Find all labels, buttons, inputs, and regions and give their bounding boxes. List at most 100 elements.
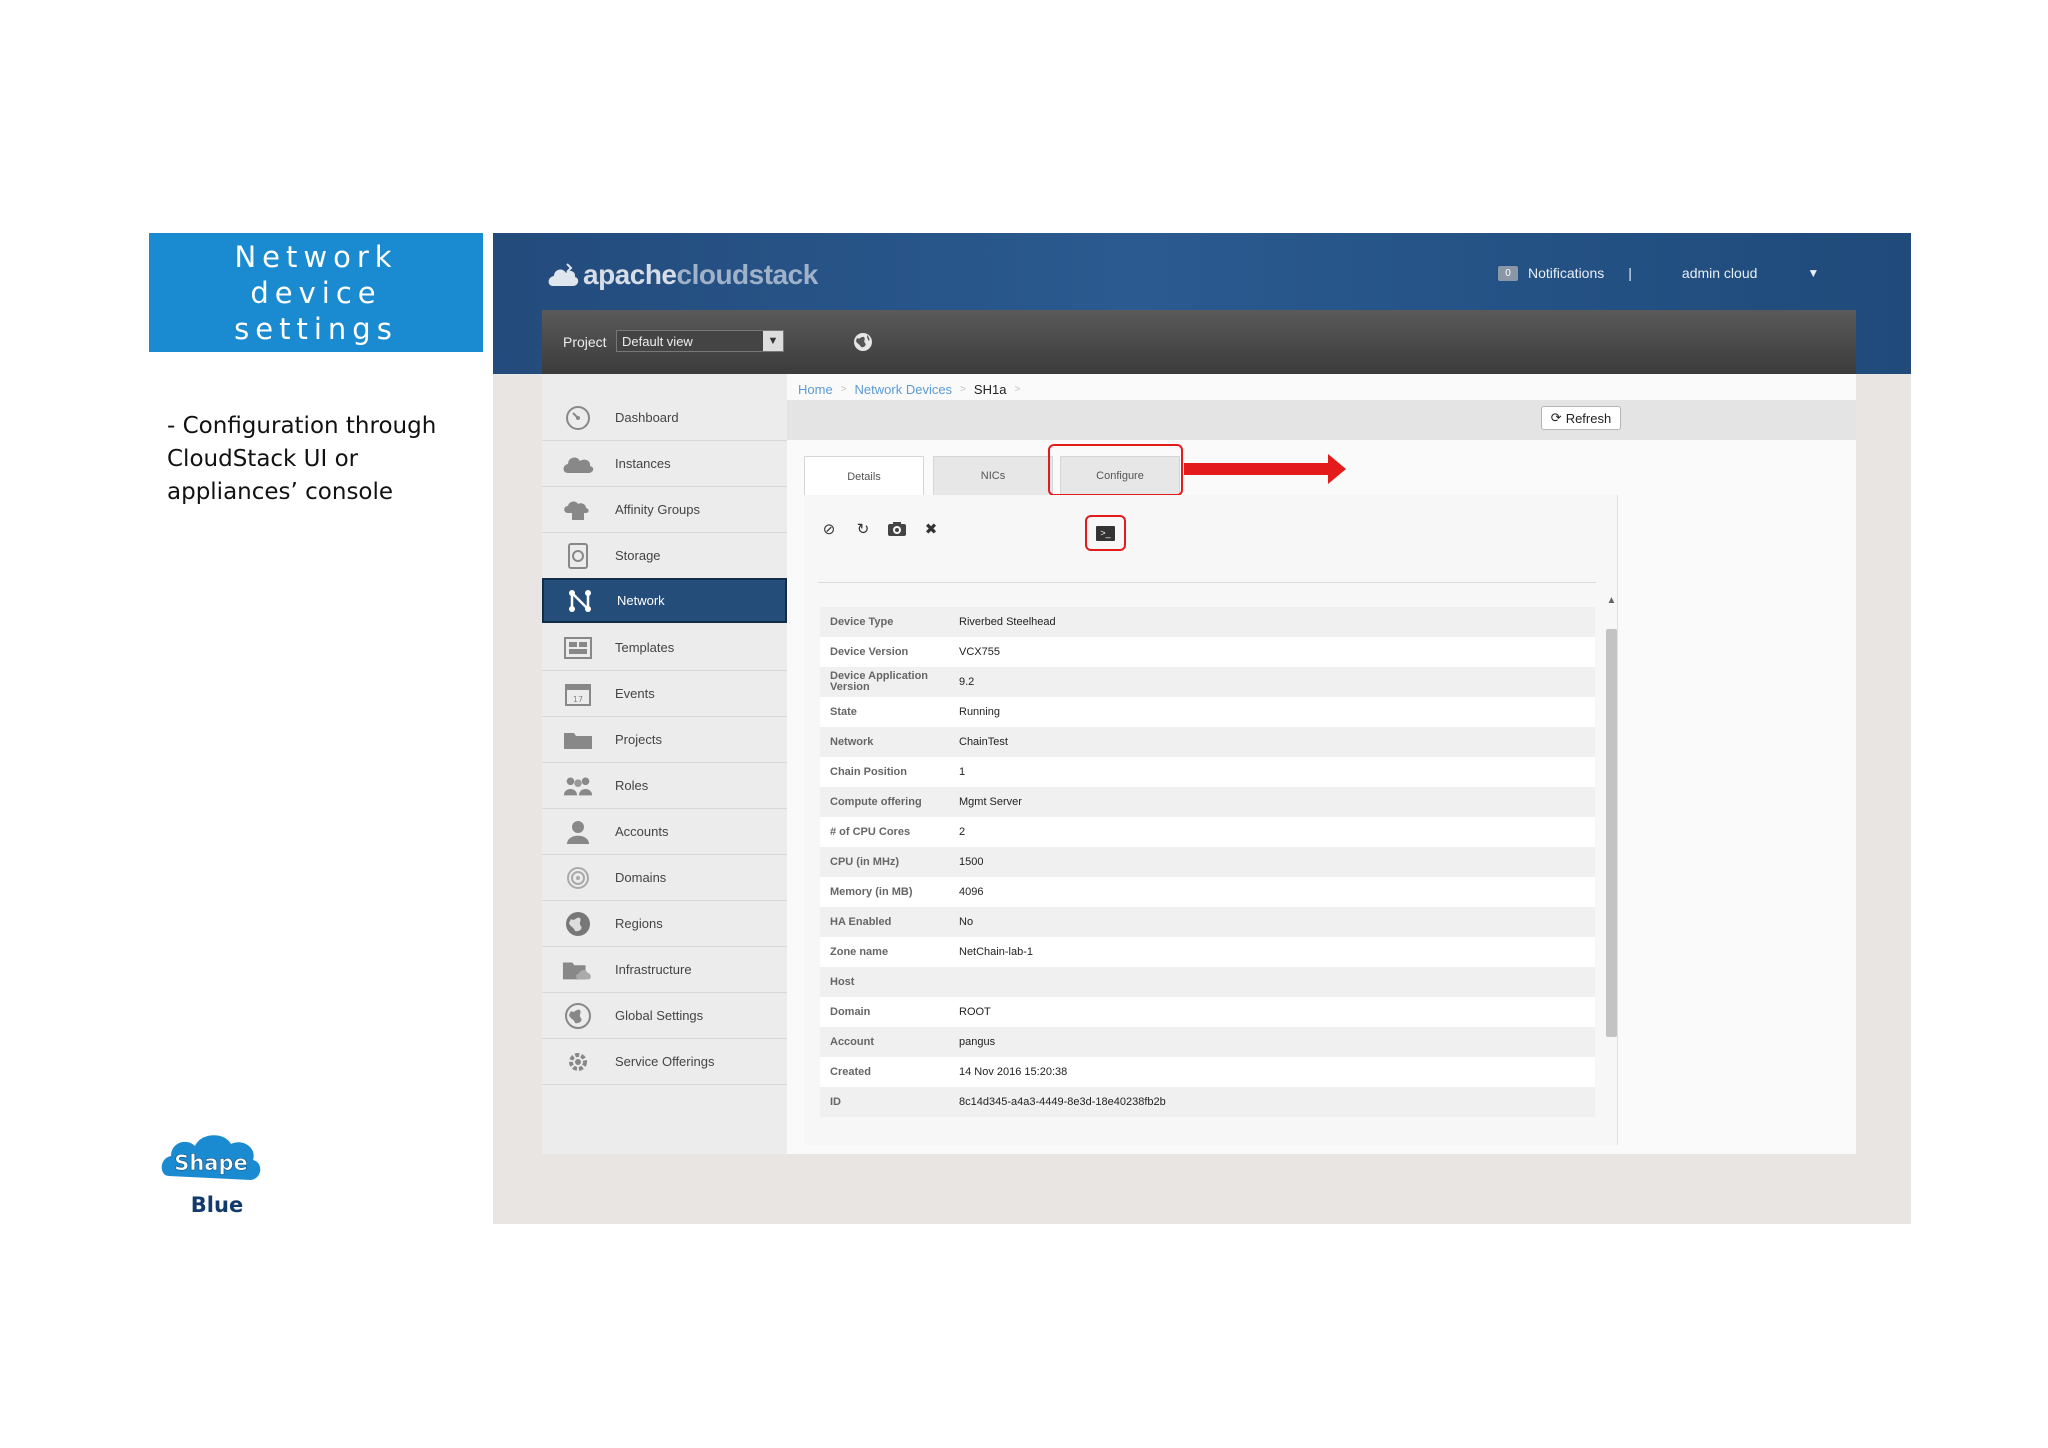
project-label: Project [563,334,607,350]
table-row: Host [820,967,1595,997]
reboot-icon[interactable]: ↻ [852,518,874,540]
detail-key: Zone name [830,945,889,958]
detail-value: 14 Nov 2016 15:20:38 [959,1066,1068,1078]
destroy-icon[interactable]: ✖ [920,518,942,540]
sidebar-item-dashboard[interactable]: Dashboard [542,395,787,441]
refresh-label: Refresh [1565,410,1612,426]
sidebar-item-infrastructure[interactable]: Infrastructure [542,947,787,993]
scrollbar[interactable]: ▲ [1605,595,1618,1077]
snapshot-camera-icon[interactable] [886,518,908,540]
tab-nics[interactable]: NICs [933,456,1053,496]
sidebar-item-projects[interactable]: Projects [542,717,787,763]
detail-value: Running [959,706,1000,718]
action-icons: ⊘ ↻ ✖ [818,518,942,540]
header-separator: | [1628,265,1632,281]
sidebar-item-label: Roles [615,778,649,793]
sidebar-item-label: Accounts [615,824,669,839]
table-row: ID 8c14d345-a4a3-4449-8e3d-18e40238fb2b [820,1087,1595,1117]
scrollbar-thumb[interactable] [1606,629,1617,1037]
shapeblue-logo: Shape Blue [161,1135,261,1217]
caret-down-icon[interactable]: ▼ [1807,266,1819,280]
notifications-count[interactable]: 0 [1498,265,1518,281]
breadcrumb-separator-icon: > [840,384,847,395]
table-row: Device Type Riverbed Steelhead [820,607,1595,637]
sidebar-item-storage[interactable]: Storage [542,533,787,579]
refresh-icon: ⟳ [1550,410,1562,425]
sidebar-item-affinity-groups[interactable]: Affinity Groups [542,487,787,533]
sidebar-item-regions[interactable]: Regions [542,901,787,947]
sidebar-item-events[interactable]: 17 Events [542,671,787,717]
detail-value: 2 [959,826,966,838]
detail-key: Compute offering [830,795,922,808]
sidebar-item-label: Domains [615,870,667,885]
table-row: CPU (in MHz) 1500 [820,847,1595,877]
templates-icon [562,635,594,661]
detail-key: Device Type [830,615,894,628]
brand-apache: apache [583,259,677,290]
sidebar-item-roles[interactable]: Roles [542,763,787,809]
domains-icon [562,865,594,891]
table-row: Device Version VCX755 [820,637,1595,667]
details-table: Device Type Riverbed Steelhead Device Vers… [820,607,1595,1117]
toolbar-row: ⟳ Refresh [787,400,1856,440]
breadcrumb-network-devices[interactable]: Network Devices [855,382,953,397]
sidebar-item-domains[interactable]: Domains [542,855,787,901]
sidebar-item-global-settings[interactable]: Global Settings [542,993,787,1039]
table-row: Compute offering Mgmt Server [820,787,1595,817]
table-row: # of CPU Cores 2 [820,817,1595,847]
logo-text-bottom: Blue [191,1193,243,1217]
sidebar-item-label: Regions [615,916,663,931]
table-row: Memory (in MB) 4096 [820,877,1595,907]
table-row: Network ChainTest [820,727,1595,757]
detail-key: Device Application Version [830,670,929,693]
detail-key: Memory (in MB) [830,885,913,898]
sidebar-item-service-offerings[interactable]: Service Offerings [542,1039,787,1085]
sidebar-item-label: Infrastructure [615,962,692,977]
red-arrow-annotation [1184,454,1346,484]
brand-cloudstack: cloudstack [676,259,819,290]
sidebar-item-network[interactable]: Network [542,578,787,623]
table-row: Zone name NetChain-lab-1 [820,937,1595,967]
sidebar-item-instances[interactable]: Instances [542,441,787,487]
project-select[interactable]: Default view ▼ [616,330,784,352]
notifications-link[interactable]: Notifications [1528,265,1604,281]
network-icon [564,588,596,614]
affinity-icon [562,497,594,523]
detail-value: NetChain-lab-1 [959,946,1033,958]
detail-key: # of CPU Cores [830,825,911,838]
roles-icon [562,773,594,799]
detail-key: Domain [830,1005,871,1018]
detail-key: Chain Position [830,765,907,778]
refresh-button[interactable]: ⟳ Refresh [1541,406,1621,430]
console-button[interactable]: >_ [1085,515,1126,551]
infrastructure-icon [562,957,594,983]
svg-text:17: 17 [573,695,583,704]
globe-icon [562,911,594,937]
table-row: Chain Position 1 [820,757,1595,787]
storage-icon [562,542,594,569]
detail-value: Mgmt Server [959,796,1022,808]
sidebar-item-label: Service Offerings [615,1054,715,1069]
table-row: Domain ROOT [820,997,1595,1027]
sidebar-item-accounts[interactable]: Accounts [542,809,787,855]
detail-key: Device Version [830,645,909,658]
gear-icon [562,1049,594,1075]
breadcrumb-separator-icon: > [1014,384,1021,395]
brand-logo[interactable]: apache cloudstack [547,255,818,295]
user-menu[interactable]: admin cloud [1682,265,1758,281]
detail-value: pangus [959,1036,996,1048]
cloudstack-screenshot: apache cloudstack 0 Notifications | admin… [493,233,1911,1224]
sidebar-item-label: Instances [615,456,671,471]
detail-key: Created [830,1065,871,1078]
stop-icon[interactable]: ⊘ [818,518,840,540]
global-settings-icon [562,1002,594,1029]
calendar-icon: 17 [562,681,594,707]
detail-value: ChainTest [959,736,1008,748]
breadcrumb-home[interactable]: Home [798,382,833,397]
cloud-icon [562,451,594,477]
globe-icon[interactable] [852,331,874,353]
sidebar-item-templates[interactable]: Templates [542,625,787,671]
sidebar-item-label: Templates [615,640,675,655]
scroll-up-icon[interactable]: ▲ [1605,595,1618,607]
tab-details[interactable]: Details [804,456,924,496]
